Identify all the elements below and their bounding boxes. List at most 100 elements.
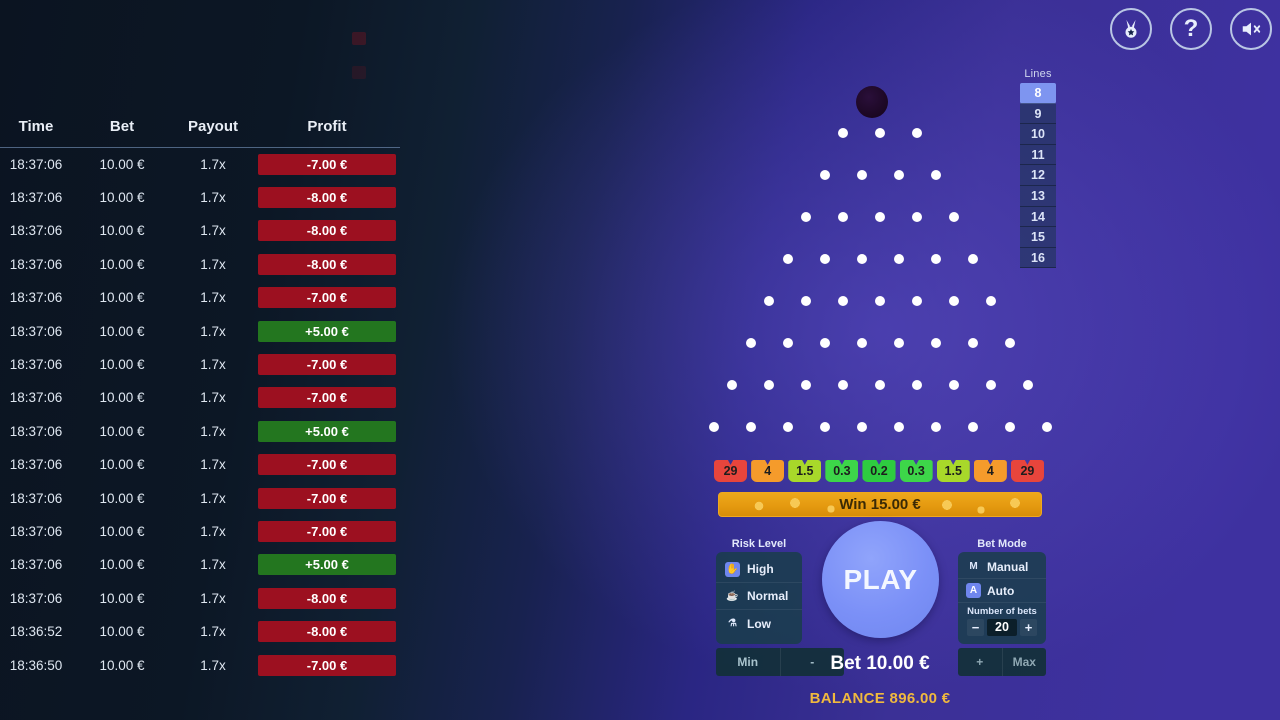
profit-chip: +5.00 €: [258, 420, 396, 442]
bet-history-panel: Time Bet Payout Profit 18:37:06 10.00 € 1.…: [0, 0, 400, 720]
peg: [856, 422, 867, 432]
cell-time: 18:37:06: [9, 590, 63, 606]
risk-option-low[interactable]: ⚗ Low: [716, 610, 802, 637]
profit-chip: +5.00 €: [258, 554, 396, 576]
profit-chip: -7.00 €: [258, 454, 396, 476]
number-of-bets-stepper: − 20 +: [958, 619, 1046, 636]
balance-label: BALANCE 896.00 €: [809, 690, 951, 707]
peg: [930, 422, 941, 432]
cell-profit: -7.00 €: [254, 348, 400, 381]
multiplier-row: 29 4 1.5 0.3 0.2 0.3 1.5 4 29: [714, 460, 1044, 482]
bet-mode-option-manual[interactable]: M Manual: [958, 555, 1046, 579]
peg: [967, 422, 978, 432]
cell-profit: -8.00 €: [254, 214, 400, 247]
thumbs-up-icon: ✋: [725, 561, 740, 577]
risk-option-normal[interactable]: ☕ Normal: [716, 583, 802, 610]
win-banner: Win 15.00 €: [718, 492, 1042, 517]
bet-amount-label: Bet 10.00 €: [830, 653, 930, 674]
cell-bet: 10.00 €: [99, 657, 145, 673]
bet-max-button[interactable]: Max: [1003, 648, 1047, 676]
bet-mode-label: Manual: [987, 559, 1029, 574]
cell-profit: -7.00 €: [254, 448, 400, 481]
bet-min-button[interactable]: Min: [716, 648, 781, 676]
sound-toggle-button[interactable]: [1230, 8, 1272, 50]
risk-option-label: Low: [747, 616, 771, 631]
table-row: 18:37:06 10.00 € 1.7x +5.00 €: [0, 314, 400, 347]
cell-time: 18:37:06: [9, 390, 63, 406]
peg-row: [690, 254, 1070, 264]
cell-time: 18:37:06: [9, 523, 63, 539]
cell-payout: 1.7x: [200, 590, 226, 606]
multiplier-slot-1: 4: [751, 460, 785, 482]
peg-row: [690, 128, 1070, 138]
table-row: 18:37:06 10.00 € 1.7x +5.00 €: [0, 548, 400, 581]
multiplier-slot-0: 29: [714, 460, 748, 482]
profit-chip: -8.00 €: [258, 587, 396, 609]
bottle-icon: ⚗: [728, 618, 737, 629]
risk-option-label: High: [747, 562, 774, 576]
plinko-ball: [856, 86, 888, 118]
cell-time: 18:36:50: [9, 657, 63, 673]
peg: [727, 380, 737, 390]
column-header-bet: Bet: [72, 118, 172, 148]
cell-profit: -7.00 €: [254, 648, 400, 681]
play-button[interactable]: PLAY: [822, 521, 939, 638]
bet-mode-caption: Bet Mode: [977, 538, 1027, 550]
bet-mode-badge: A: [966, 583, 981, 598]
bet-mode-option-auto[interactable]: A Auto: [958, 579, 1046, 603]
peg: [838, 128, 848, 138]
cell-payout: 1.7x: [200, 490, 226, 506]
bet-mode-badge: M: [969, 561, 978, 572]
fading-history-chip: [352, 66, 366, 79]
bet-mode-panel: M Manual A Auto Number of bets − 20 +: [958, 552, 1046, 644]
peg: [930, 338, 941, 348]
cell-profit: -8.00 €: [254, 181, 400, 214]
peg: [801, 296, 811, 306]
peg: [782, 422, 793, 432]
peg: [856, 254, 867, 264]
cell-payout: 1.7x: [200, 390, 226, 406]
peg: [764, 380, 774, 390]
increment-bets-button[interactable]: +: [1020, 619, 1037, 636]
peg: [949, 212, 959, 222]
number-of-bets-value[interactable]: 20: [987, 619, 1017, 636]
cup-icon: ☕: [726, 590, 739, 602]
medal-icon-button[interactable]: [1110, 8, 1152, 50]
peg: [949, 380, 959, 390]
multiplier-slot-2: 1.5: [788, 460, 822, 482]
peg-row: [690, 338, 1070, 348]
multiplier-slot-3: 0.3: [825, 460, 859, 482]
peg: [875, 380, 885, 390]
cell-profit: -7.00 €: [254, 148, 400, 181]
bet-mode-label: Auto: [987, 583, 1015, 598]
peg: [949, 296, 959, 306]
cell-payout: 1.7x: [200, 457, 226, 473]
decrement-bets-button[interactable]: −: [967, 619, 984, 636]
cell-time: 18:37:06: [9, 457, 63, 473]
cell-bet: 10.00 €: [99, 156, 145, 172]
help-icon-button[interactable]: ?: [1170, 8, 1212, 50]
table-row: 18:37:06 10.00 € 1.7x -8.00 €: [0, 181, 400, 214]
peg: [893, 254, 904, 264]
peg: [875, 128, 885, 138]
peg: [708, 422, 719, 432]
cell-time: 18:37:06: [9, 423, 63, 439]
cell-payout: 1.7x: [200, 156, 226, 172]
cell-payout: 1.7x: [200, 423, 226, 439]
peg: [986, 380, 996, 390]
cell-payout: 1.7x: [200, 523, 226, 539]
table-header-row: Time Bet Payout Profit: [0, 118, 400, 148]
column-header-profit: Profit: [254, 118, 400, 148]
profit-chip: -7.00 €: [258, 354, 396, 376]
plinko-board: [690, 78, 1070, 448]
cell-bet: 10.00 €: [99, 490, 145, 506]
risk-option-label: Normal: [747, 589, 789, 603]
profit-chip: +5.00 €: [258, 320, 396, 342]
risk-level-panel: ✋ High ☕ Normal ⚗ Low: [716, 552, 802, 644]
cell-payout: 1.7x: [200, 357, 226, 373]
cell-profit: -8.00 €: [254, 615, 400, 648]
cell-profit: -8.00 €: [254, 582, 400, 615]
peg: [893, 338, 904, 348]
risk-option-high[interactable]: ✋ High: [716, 556, 802, 583]
peg: [782, 254, 793, 264]
